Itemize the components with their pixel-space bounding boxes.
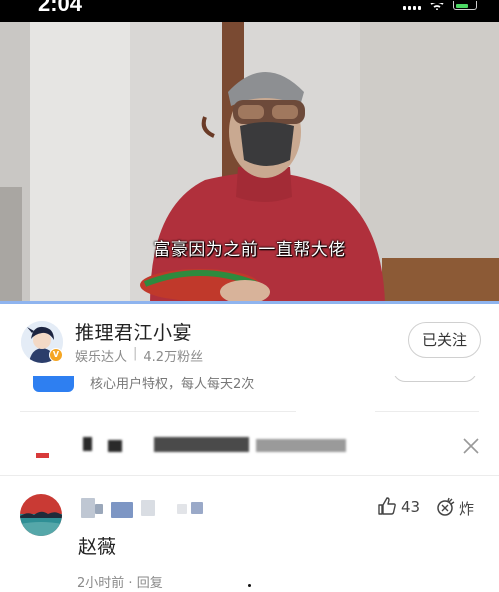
wifi-icon: [430, 3, 444, 10]
author-card[interactable]: V 推理君江小宴 娱乐达人 | 4.2万粉丝 已关注: [0, 304, 499, 376]
like-count: 43: [401, 498, 421, 516]
promo-text: 核心用户特权，每人每天2次: [90, 377, 255, 392]
meta-dot: ·: [128, 576, 137, 591]
reply-button[interactable]: 回复: [137, 576, 163, 591]
status-icons: [403, 0, 477, 10]
author-meta: 娱乐达人 | 4.2万粉丝: [75, 346, 203, 365]
stray-dot: [248, 584, 251, 587]
obscured-text: [154, 437, 249, 452]
verified-icon: V: [49, 348, 63, 362]
like-icon[interactable]: [377, 496, 397, 516]
obscured-text: [108, 440, 122, 452]
ad-row[interactable]: [0, 412, 499, 475]
promo-button[interactable]: [393, 376, 477, 382]
commenter-avatar[interactable]: [20, 494, 62, 536]
avatar-image: [20, 494, 62, 536]
obscured-text: [83, 437, 92, 451]
close-icon[interactable]: [461, 436, 481, 456]
bomb-icon[interactable]: [436, 497, 456, 517]
author-followers: 4.2万粉丝: [143, 350, 204, 365]
comment-meta: 2小时前 · 回复: [77, 572, 163, 591]
promo-row: 核心用户特权，每人每天2次: [0, 376, 499, 412]
video-player[interactable]: 富豪因为之前一直帮大佬: [0, 22, 499, 303]
commenter-name[interactable]: [79, 496, 209, 520]
comment-time: 2小时前: [77, 576, 125, 591]
status-time: 2:04: [38, 0, 83, 16]
status-bar: 2:04: [0, 0, 499, 22]
comment-item[interactable]: 43 炸 赵薇 2小时前 · 回复: [0, 476, 499, 592]
signal-icon: [403, 2, 421, 10]
promo-icon: [33, 376, 74, 392]
meta-separator: |: [133, 346, 138, 361]
video-subtitle: 富豪因为之前一直帮大佬: [153, 240, 346, 260]
bomb-label[interactable]: 炸: [459, 498, 474, 519]
author-category: 娱乐达人: [75, 350, 128, 365]
ad-mark: [36, 453, 49, 458]
video-frame: [0, 22, 499, 303]
follow-button[interactable]: 已关注: [408, 322, 481, 358]
author-name[interactable]: 推理君江小宴: [75, 318, 192, 345]
battery-icon: [453, 1, 477, 10]
obscured-text: [256, 439, 346, 452]
comment-text: 赵薇: [78, 536, 117, 558]
